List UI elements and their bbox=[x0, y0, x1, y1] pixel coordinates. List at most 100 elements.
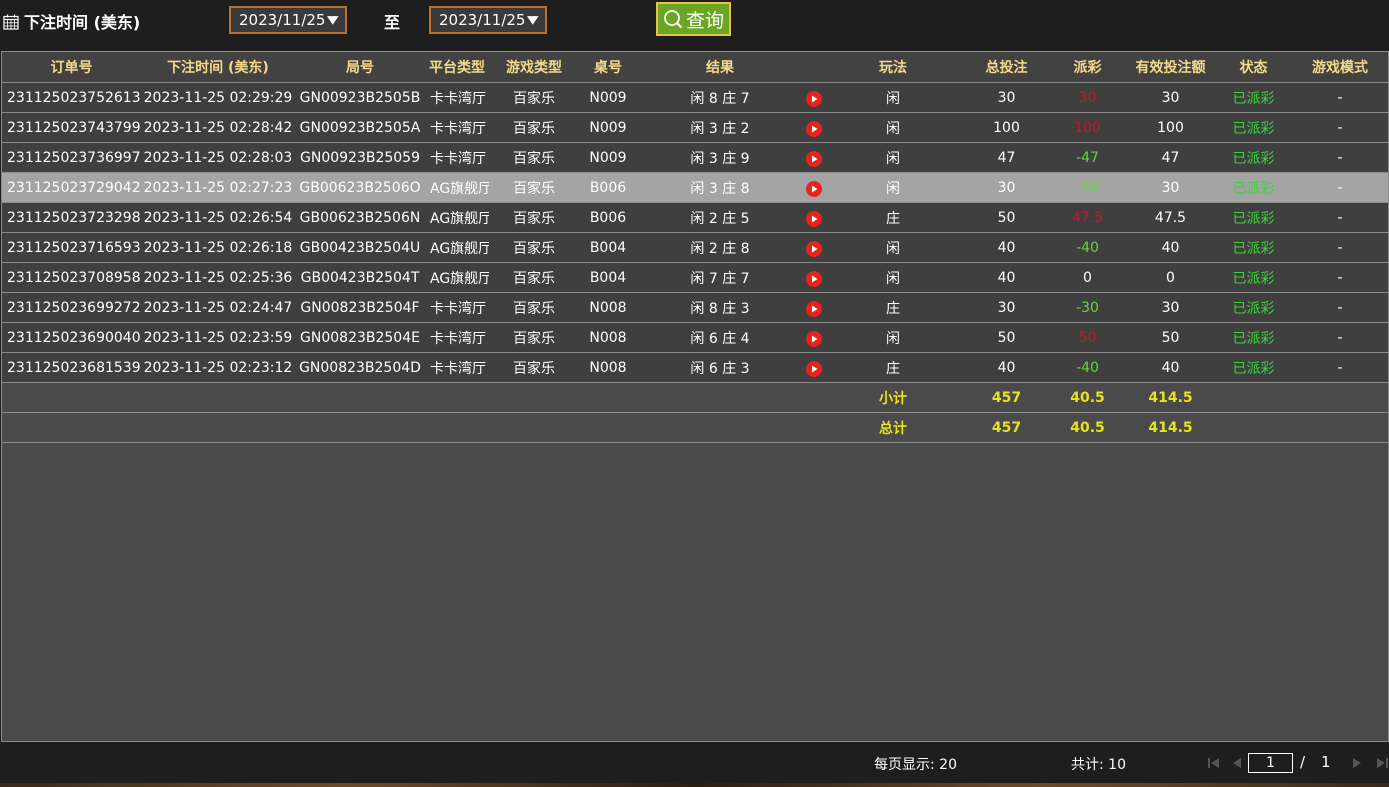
game-type: 百家乐 bbox=[489, 112, 579, 143]
bet-records-table: 订单号 下注时间 (美东) 局号 平台类型 游戏类型 桌号 结果 玩法 总投注 派彩 有效投注额 状态… bbox=[1, 51, 1389, 742]
bet-time: 2023-11-25 02:26:18 bbox=[141, 232, 295, 263]
game-type: 百家乐 bbox=[489, 172, 579, 203]
bet-records-app: 下注时间 (美东) 2023/11/25 至 2023/11/25 查询 订单号… bbox=[0, 0, 1389, 787]
play-video-icon[interactable] bbox=[805, 301, 822, 317]
game-mode: - bbox=[1290, 112, 1388, 143]
video-cell bbox=[803, 172, 824, 203]
date-to-select[interactable]: 2023/11/25 bbox=[429, 6, 547, 34]
status: 已派彩 bbox=[1217, 112, 1290, 143]
result: 闲 2 庄 5 bbox=[637, 202, 803, 233]
summary-total-bet: 457 bbox=[962, 382, 1051, 413]
col-valid-bet: 有效投注额 bbox=[1124, 52, 1217, 83]
valid-bet: 0 bbox=[1124, 262, 1217, 293]
date-from-select[interactable]: 2023/11/25 bbox=[229, 6, 347, 34]
game-type: 百家乐 bbox=[489, 262, 579, 293]
play-video-icon[interactable] bbox=[805, 121, 822, 137]
col-payout: 派彩 bbox=[1051, 52, 1124, 83]
payout: -30 bbox=[1051, 292, 1124, 323]
result: 闲 3 庄 9 bbox=[637, 142, 803, 173]
play-type: 闲 bbox=[824, 82, 962, 113]
table-no: N008 bbox=[579, 322, 637, 353]
bet-time: 2023-11-25 02:28:03 bbox=[141, 142, 295, 173]
col-video bbox=[803, 52, 824, 83]
next-page-icon[interactable] bbox=[1350, 756, 1364, 770]
payout: 100 bbox=[1051, 112, 1124, 143]
play-video-icon[interactable] bbox=[805, 91, 822, 107]
game-type: 百家乐 bbox=[489, 292, 579, 323]
play-video-icon[interactable] bbox=[805, 211, 822, 227]
table-row[interactable]: 231125023743799 2023-11-25 02:28:42 GN0092… bbox=[2, 112, 1388, 143]
table-row[interactable]: 231125023716593 2023-11-25 02:26:18 GB0042… bbox=[2, 232, 1388, 263]
col-bet-time: 下注时间 (美东) bbox=[141, 52, 295, 83]
platform: AG旗舰厅 bbox=[425, 232, 489, 263]
payout: -47 bbox=[1051, 142, 1124, 173]
video-cell bbox=[803, 142, 824, 173]
table-row[interactable]: 231125023708958 2023-11-25 02:25:36 GB0042… bbox=[2, 262, 1388, 293]
valid-bet: 47.5 bbox=[1124, 202, 1217, 233]
total-bet: 30 bbox=[962, 292, 1051, 323]
first-page-icon[interactable] bbox=[1207, 756, 1221, 770]
bet-time: 2023-11-25 02:23:59 bbox=[141, 322, 295, 353]
table-row[interactable]: 231125023690040 2023-11-25 02:23:59 GN0082… bbox=[2, 322, 1388, 353]
table-row[interactable]: 231125023736997 2023-11-25 02:28:03 GN0092… bbox=[2, 142, 1388, 173]
table-row[interactable]: 231125023723298 2023-11-25 02:26:54 GB0062… bbox=[2, 202, 1388, 233]
total-bet: 50 bbox=[962, 322, 1051, 353]
round-no: GN00923B2505A bbox=[295, 112, 425, 143]
total-bet: 50 bbox=[962, 202, 1051, 233]
game-type: 百家乐 bbox=[489, 352, 579, 383]
status: 已派彩 bbox=[1217, 322, 1290, 353]
video-cell bbox=[803, 112, 824, 143]
table-no: N009 bbox=[579, 82, 637, 113]
round-no: GB00623B2506N bbox=[295, 202, 425, 233]
total-bet: 40 bbox=[962, 262, 1051, 293]
play-type: 庄 bbox=[824, 292, 962, 323]
col-game-type: 游戏类型 bbox=[489, 52, 579, 83]
bet-time: 2023-11-25 02:24:47 bbox=[141, 292, 295, 323]
game-mode: - bbox=[1290, 352, 1388, 383]
bet-time: 2023-11-25 02:27:23 bbox=[141, 172, 295, 203]
bet-time-label: 下注时间 (美东) bbox=[24, 13, 141, 32]
result: 闲 3 庄 8 bbox=[637, 172, 803, 203]
play-type: 闲 bbox=[824, 142, 962, 173]
table-row[interactable]: 231125023681539 2023-11-25 02:23:12 GN0082… bbox=[2, 352, 1388, 383]
table-no: N009 bbox=[579, 142, 637, 173]
table-row[interactable]: 231125023729042 2023-11-25 02:27:23 GB0062… bbox=[2, 172, 1388, 203]
valid-bet: 30 bbox=[1124, 82, 1217, 113]
table-row[interactable]: 231125023699272 2023-11-25 02:24:47 GN0082… bbox=[2, 292, 1388, 323]
date-range-separator: 至 bbox=[384, 13, 401, 32]
pagination-bar: 每页显示: 20 共计: 10 1 / 1 bbox=[0, 743, 1389, 787]
prev-page-icon[interactable] bbox=[1230, 756, 1244, 770]
dropdown-arrow-icon bbox=[327, 16, 339, 25]
order-no: 231125023723298 bbox=[2, 202, 141, 233]
platform: 卡卡湾厅 bbox=[425, 82, 489, 113]
play-video-icon[interactable] bbox=[805, 271, 822, 287]
video-cell bbox=[803, 292, 824, 323]
platform: AG旗舰厅 bbox=[425, 262, 489, 293]
play-video-icon[interactable] bbox=[805, 331, 822, 347]
platform: 卡卡湾厅 bbox=[425, 142, 489, 173]
summary-label: 小计 bbox=[824, 382, 962, 413]
total-bet: 30 bbox=[962, 172, 1051, 203]
summary-empty bbox=[1217, 382, 1290, 413]
payout: 50 bbox=[1051, 322, 1124, 353]
query-button-label: 查询 bbox=[685, 9, 724, 32]
status: 已派彩 bbox=[1217, 262, 1290, 293]
summary-total-bet: 457 bbox=[962, 412, 1051, 443]
play-video-icon[interactable] bbox=[805, 241, 822, 257]
payout: -40 bbox=[1051, 352, 1124, 383]
order-no: 231125023743799 bbox=[2, 112, 141, 143]
query-button[interactable]: 查询 bbox=[656, 2, 731, 36]
play-video-icon[interactable] bbox=[805, 361, 822, 377]
play-video-icon[interactable] bbox=[805, 181, 822, 197]
col-order-no: 订单号 bbox=[2, 52, 141, 83]
game-type: 百家乐 bbox=[489, 322, 579, 353]
last-page-icon[interactable] bbox=[1375, 756, 1389, 770]
game-mode: - bbox=[1290, 142, 1388, 173]
current-page-input[interactable]: 1 bbox=[1248, 753, 1293, 773]
summary-payout: 40.5 bbox=[1051, 412, 1124, 443]
table-row[interactable]: 231125023752613 2023-11-25 02:29:29 GN0092… bbox=[2, 82, 1388, 113]
play-type: 闲 bbox=[824, 172, 962, 203]
summary-payout: 40.5 bbox=[1051, 382, 1124, 413]
play-video-icon[interactable] bbox=[805, 151, 822, 167]
payout: -30 bbox=[1051, 172, 1124, 203]
